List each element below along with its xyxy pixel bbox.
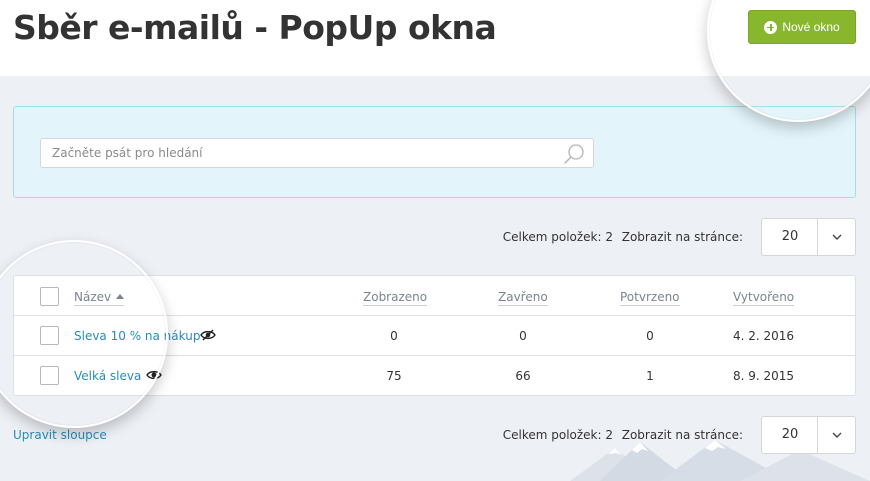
table-row: Velká sleva 75 66 1 8. 9. 2015 (14, 356, 855, 396)
total-items-label: Celkem položek: 2 (502, 428, 613, 442)
page-header: Sběr e-mailů - PopUp okna Nové okno (0, 0, 870, 76)
popup-table: Název Zobrazeno Zavřeno Potvrzeno Vytvoř… (13, 275, 856, 396)
chevron-down-icon[interactable] (830, 230, 844, 244)
column-header-shown[interactable]: Zobrazeno (363, 290, 428, 306)
new-window-button[interactable]: Nové okno (748, 10, 856, 44)
new-window-button-label: Nové okno (782, 20, 840, 34)
eye-icon (146, 370, 162, 380)
column-header-name[interactable]: Název (74, 290, 125, 306)
per-page-label: Zobrazit na stránce: (621, 428, 743, 442)
pager-bottom: Celkem položek: 2 Zobrazit na stránce: 2… (0, 416, 870, 454)
select-all-checkbox[interactable] (40, 287, 59, 306)
column-header-closed[interactable]: Zavřeno (498, 290, 548, 306)
table-row: Sleva 10 % na nákup 0 0 0 4. 2. 2016 (14, 316, 855, 356)
row-checkbox[interactable] (40, 366, 59, 385)
per-page-value: 20 (781, 229, 799, 244)
column-header-name-label: Název (74, 290, 112, 304)
row-confirmed: 1 (646, 369, 654, 383)
page-title: Sběr e-mailů - PopUp okna (13, 8, 497, 47)
per-page-select[interactable]: 20 (761, 218, 856, 256)
row-created: 8. 9. 2015 (733, 369, 795, 383)
chevron-down-icon[interactable] (830, 428, 844, 442)
row-confirmed: 0 (646, 329, 654, 343)
row-name-link[interactable]: Velká sleva (74, 369, 141, 383)
search-input[interactable] (40, 138, 594, 168)
row-name-link[interactable]: Sleva 10 % na nákup (74, 329, 200, 343)
eye-crossed-icon (200, 329, 216, 341)
row-shown: 0 (390, 329, 398, 343)
column-header-confirmed[interactable]: Potvrzeno (620, 290, 680, 306)
select-divider (817, 417, 818, 453)
sort-asc-icon (116, 294, 125, 299)
row-checkbox[interactable] (40, 326, 59, 345)
row-created: 4. 2. 2016 (733, 329, 795, 343)
pager-top: Celkem položek: 2 Zobrazit na stránce: 2… (0, 218, 870, 256)
total-items-label: Celkem položek: 2 (502, 230, 613, 244)
select-divider (817, 219, 818, 255)
row-closed: 66 (515, 369, 531, 383)
per-page-select[interactable]: 20 (761, 416, 856, 454)
search-panel (13, 106, 856, 198)
search-icon[interactable] (563, 143, 585, 165)
plus-circle-icon (764, 20, 778, 34)
column-header-created[interactable]: Vytvořeno (733, 290, 795, 306)
row-closed: 0 (519, 329, 527, 343)
row-shown: 75 (386, 369, 402, 383)
table-header: Název Zobrazeno Zavřeno Potvrzeno Vytvoř… (14, 276, 855, 316)
per-page-label: Zobrazit na stránce: (621, 230, 743, 244)
per-page-value: 20 (781, 427, 799, 442)
